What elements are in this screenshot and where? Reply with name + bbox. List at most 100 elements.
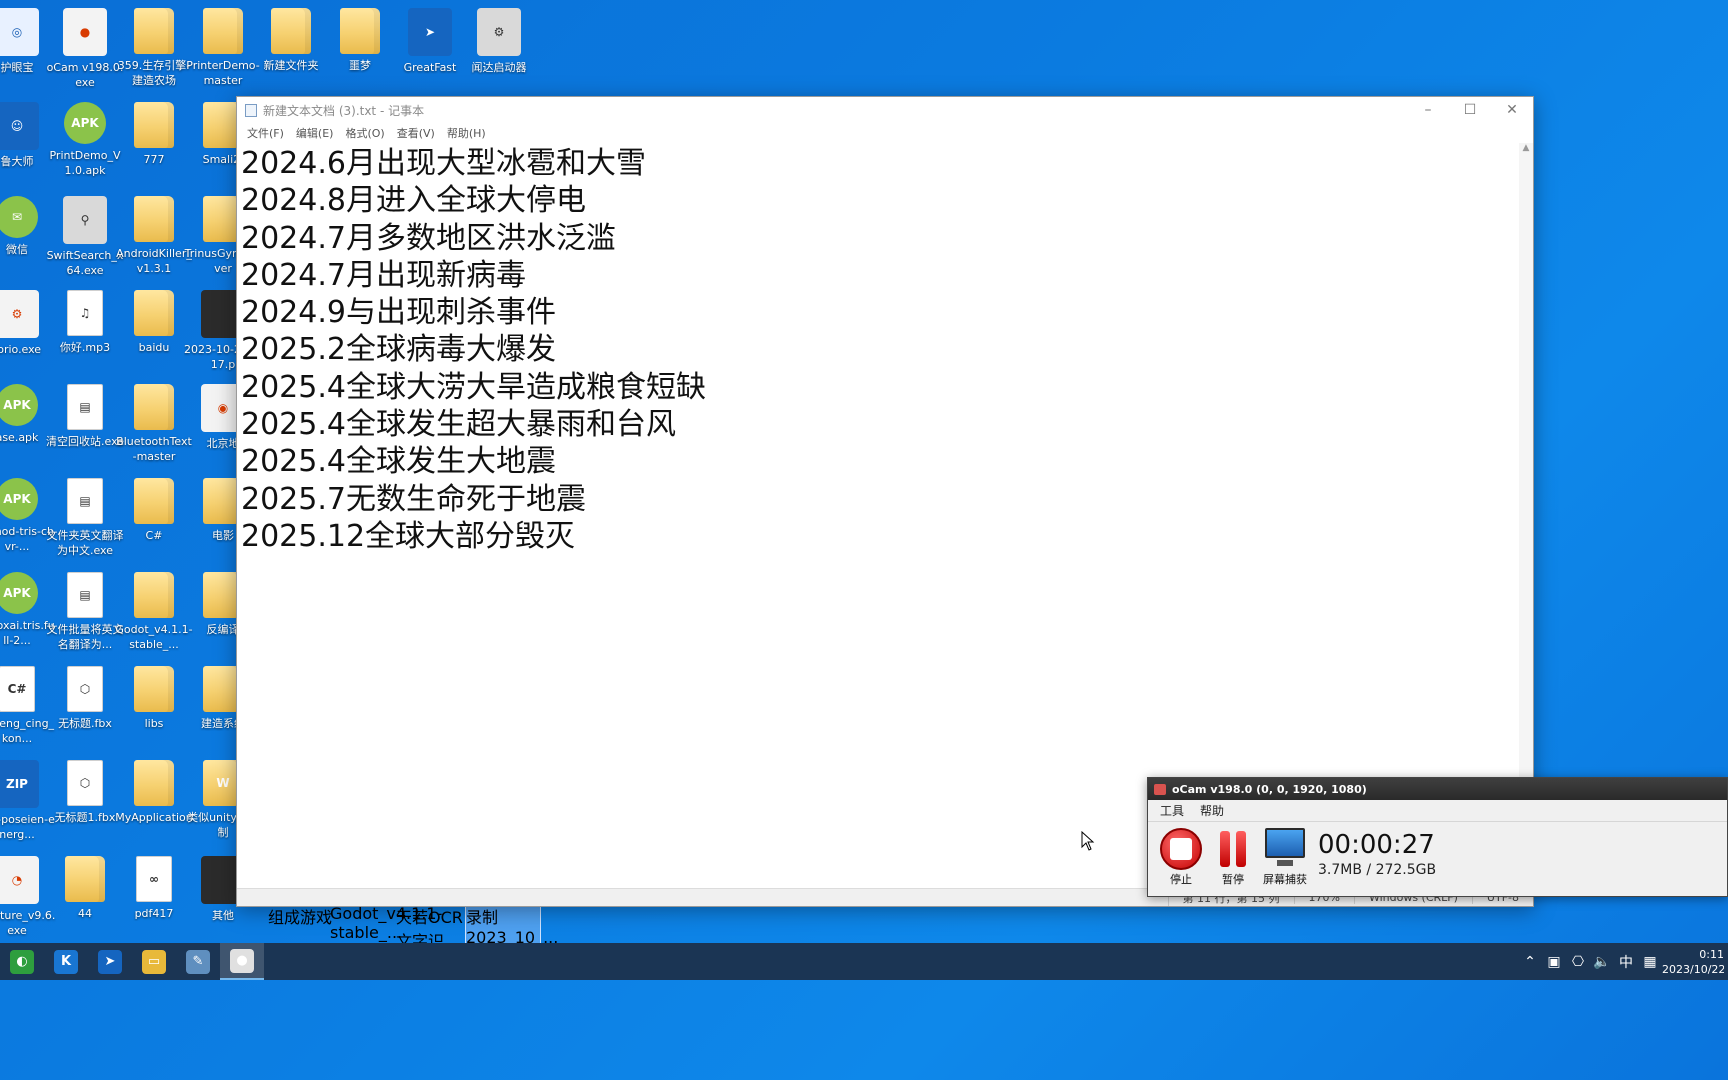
stop-icon (1160, 828, 1202, 870)
desktop-icon-godot-v4-1-1-stable[interactable]: Godot_v4.1.1-stable_... (115, 572, 193, 652)
close-button[interactable]: ✕ (1491, 97, 1533, 123)
menu-format[interactable]: 格式(O) (339, 125, 390, 141)
file-icon: APK (0, 478, 38, 520)
desktop-icon-pdf417[interactable]: ∞ pdf417 (115, 856, 193, 921)
file-icon: ◎ (0, 8, 39, 56)
desktop-icon-label: 清空回收站.exe (46, 435, 124, 448)
system-tray: ⌃ ▣ ⎔ 🔈 中 ▦ 0:11 2023/10/22 (1518, 943, 1728, 980)
taskbar-app-button[interactable]: ✎ (176, 943, 220, 980)
desktop-icon-label: AndroidKiller_v1.3.1 (116, 247, 192, 275)
desktop-icon-label: libs (144, 717, 164, 730)
desktop-icon-bluetoothtext-master[interactable]: BluetoothText-master (115, 384, 193, 464)
clock[interactable]: 0:11 2023/10/22 (1662, 947, 1728, 977)
pause-button[interactable]: 暂停 (1210, 828, 1256, 887)
desktop-icon-label: 文件夹英文翻译为中文.exe (46, 529, 124, 557)
recording-size: 3.7MB / 272.5GB (1318, 862, 1437, 878)
taskbar-app-button[interactable]: ▭ (132, 943, 176, 980)
desktop-icon-exe[interactable]: ▤ 文件夹英文翻译为中文.exe (46, 478, 124, 558)
text-line: 2025.7无数生命死于地震 (241, 481, 586, 517)
desktop-icon-libs[interactable]: libs (115, 666, 193, 731)
desktop-icon-label[interactable]: Godot_v4.1.1-stable_... (330, 904, 442, 942)
screen-capture-button[interactable]: 屏幕捕获 (1262, 828, 1308, 887)
desktop-icon-label: 777 (143, 153, 165, 166)
ocam-menu-tools[interactable]: 工具 (1152, 802, 1192, 819)
desktop-icon-baidu[interactable]: baidu (115, 290, 193, 355)
folder-icon (134, 102, 174, 148)
tray-expand-icon[interactable]: ⌃ (1518, 954, 1542, 970)
screen-capture-label: 屏幕捕获 (1263, 873, 1307, 886)
desktop-icon-label[interactable]: 录制 2023_10_... (465, 903, 558, 948)
file-icon: ☺ (0, 102, 39, 150)
desktop-icon-label: C# (145, 529, 163, 542)
folder-icon (134, 196, 174, 242)
monitor-icon (1263, 828, 1307, 870)
ocam-titlebar[interactable]: oCam v198.0 (0, 0, 1920, 1080) (1148, 778, 1727, 800)
desktop-icon-777[interactable]: 777 (115, 102, 193, 167)
notepad-titlebar[interactable]: 新建文本文档 (3).txt - 记事本 – ☐ ✕ (237, 97, 1533, 123)
ocam-icon: ● (230, 948, 254, 973)
network-icon[interactable]: ⎔ (1566, 954, 1590, 970)
maximize-button[interactable]: ☐ (1449, 97, 1491, 123)
text-line: 2024.9与出现刺杀事件 (241, 295, 556, 331)
k-browser-icon: K (54, 949, 78, 974)
desktop-icon-greatfast[interactable]: ➤ GreatFast (391, 8, 469, 75)
desktop-icon-myapplication[interactable]: MyApplication (115, 760, 193, 825)
desktop-icon-androidkiller-v1-3-1[interactable]: AndroidKiller_v1.3.1 (115, 196, 193, 276)
desktop-icon-printdemo-v1-0-apk[interactable]: APK PrintDemo_V1.0.apk (46, 102, 124, 178)
text-line: 2024.7月出现新病毒 (241, 257, 526, 293)
pause-label: 暂停 (1222, 873, 1244, 886)
desktop-icon-label: 新建文件夹 (263, 59, 319, 72)
desktop-icon-ocam-v198-0-exe[interactable]: ● oCam v198.0.exe (46, 8, 124, 90)
desktop-icon-item[interactable]: 新建文件夹 (252, 8, 330, 73)
ime-mode-icon[interactable]: ▦ (1638, 954, 1662, 970)
desktop-icon-mp3[interactable]: ♫ 你好.mp3 (46, 290, 124, 355)
desktop-icon-item[interactable]: ▤ 文件批量将英文名翻译为... (46, 572, 124, 652)
taskbar-app-button[interactable]: ➤ (88, 943, 132, 980)
desktop-icon-printerdemo-master[interactable]: PrinterDemo-master (184, 8, 262, 88)
desktop-icon-item[interactable]: 噩梦 (321, 8, 399, 73)
file-icon: ◔ (0, 856, 39, 904)
desktop-icon-c[interactable]: C# (115, 478, 193, 543)
desktop-icon-item[interactable]: ⚙ 闻达启动器 (460, 8, 538, 75)
tray-app-icon[interactable]: ▣ (1542, 954, 1566, 970)
folder-icon (134, 760, 174, 806)
ocam-menu-help[interactable]: 帮助 (1192, 802, 1232, 819)
desktop-icon-44[interactable]: 44 (46, 856, 124, 921)
desktop-icon-swiftsearch-x64-exe[interactable]: ⚲ SwiftSearch_x64.exe (46, 196, 124, 278)
menu-file[interactable]: 文件(F) (241, 125, 290, 141)
file-icon: ⬡ (67, 666, 103, 712)
menu-edit[interactable]: 编辑(E) (290, 125, 340, 141)
file-icon: APK (64, 102, 106, 144)
ocam-window[interactable]: oCam v198.0 (0, 0, 1920, 1080) 工具 帮助 停止 … (1147, 777, 1728, 897)
text-line: 2025.4全球大涝大旱造成粮食短缺 (241, 369, 706, 405)
file-icon: ▤ (67, 384, 103, 430)
taskbar-app-button[interactable]: ◐ (0, 943, 44, 980)
desktop-icon-label: Godot_v4.1.1-stable_... (115, 623, 193, 651)
scroll-up-icon[interactable]: ▲ (1519, 143, 1533, 153)
desktop-icon-fbx[interactable]: ⬡ 无标题.fbx (46, 666, 124, 731)
folder-icon (65, 856, 105, 902)
ime-indicator[interactable]: 中 (1614, 952, 1638, 972)
desktop-icon-exe[interactable]: ▤ 清空回收站.exe (46, 384, 124, 449)
volume-icon[interactable]: 🔈 (1590, 954, 1614, 970)
file-icon: ✉ (0, 196, 38, 238)
taskbar-app-button[interactable]: ● (220, 943, 264, 980)
desktop-icon-label: 44 (78, 907, 92, 920)
file-icon: APK (0, 384, 38, 426)
minimize-button[interactable]: – (1407, 97, 1449, 123)
menu-view[interactable]: 查看(V) (391, 125, 441, 141)
folder-icon (134, 290, 174, 336)
taskbar-app-button[interactable]: K (44, 943, 88, 980)
desktop-icon-359[interactable]: 359.生存引擎-建造农场 (115, 8, 193, 88)
menu-help[interactable]: 帮助(H) (441, 125, 492, 141)
desktop-icon-1-fbx[interactable]: ⬡ 无标题1.fbx (46, 760, 124, 825)
folder-icon (271, 8, 311, 54)
clock-time: 0:11 (1699, 947, 1724, 961)
file-icon: ZIP (0, 760, 39, 808)
desktop-icon-label: 噩梦 (349, 59, 371, 72)
stop-button[interactable]: 停止 (1158, 828, 1204, 887)
desktop-icon-label: BluetoothText-master (116, 435, 192, 463)
text-line: 2025.12全球大部分毁灭 (241, 518, 576, 554)
text-line: 2024.6月出现大型冰雹和大雪 (241, 146, 646, 181)
desktop-icon-label: MyApplication (115, 811, 193, 824)
